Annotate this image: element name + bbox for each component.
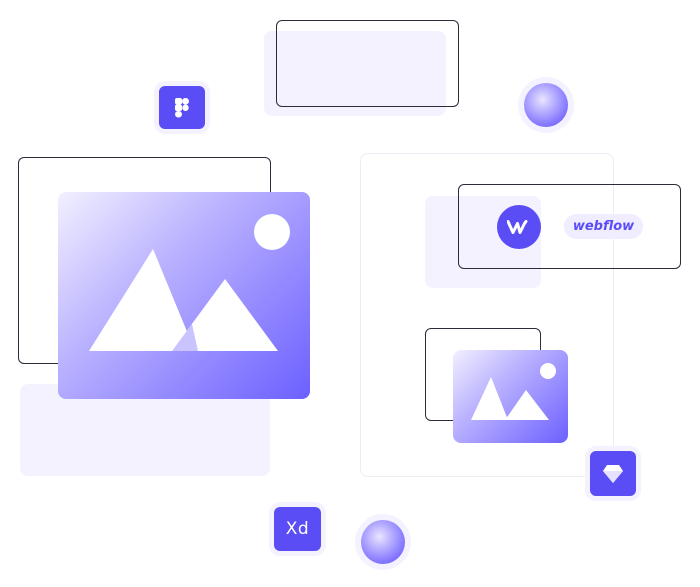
sketch-diamond-icon	[603, 464, 623, 483]
webflow-logo-circle	[497, 205, 541, 249]
figma-app-tile[interactable]	[159, 86, 205, 129]
image-placeholder-small-icon	[471, 363, 556, 420]
adobe-xd-icon: Xd	[285, 519, 310, 539]
figma-icon	[175, 97, 189, 117]
adobe-xd-app-tile[interactable]: Xd	[274, 507, 321, 551]
orb-decoration-top	[524, 83, 568, 127]
orb-decoration-bottom	[361, 520, 405, 564]
image-placeholder-large	[58, 192, 310, 399]
sketch-app-tile[interactable]	[590, 451, 636, 496]
webflow-icon	[507, 220, 528, 234]
top-outline-frame	[276, 20, 459, 107]
image-placeholder-small	[453, 350, 568, 443]
image-placeholder-icon	[89, 214, 290, 351]
webflow-label-pill: webflow	[564, 214, 643, 239]
